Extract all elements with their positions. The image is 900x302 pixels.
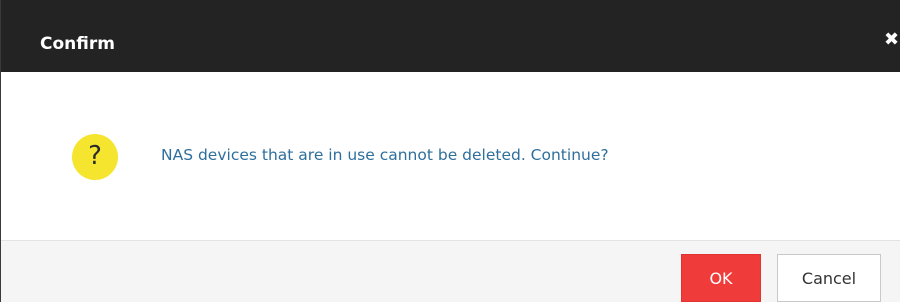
ok-button[interactable]: OK [681,254,761,302]
question-icon-glyph: ? [88,141,102,171]
dialog-footer: OK Cancel [1,240,900,302]
question-icon: ? [72,134,118,180]
dialog-body: ? NAS devices that are in use cannot be … [1,72,900,240]
cancel-button[interactable]: Cancel [777,254,881,302]
confirm-dialog: Confirm ✖ ? NAS devices that are in use … [0,0,900,302]
dialog-titlebar: Confirm ✖ [1,0,900,72]
dialog-message: NAS devices that are in use cannot be de… [161,146,609,164]
dialog-title: Confirm [40,34,115,54]
close-icon[interactable]: ✖ [884,29,900,51]
